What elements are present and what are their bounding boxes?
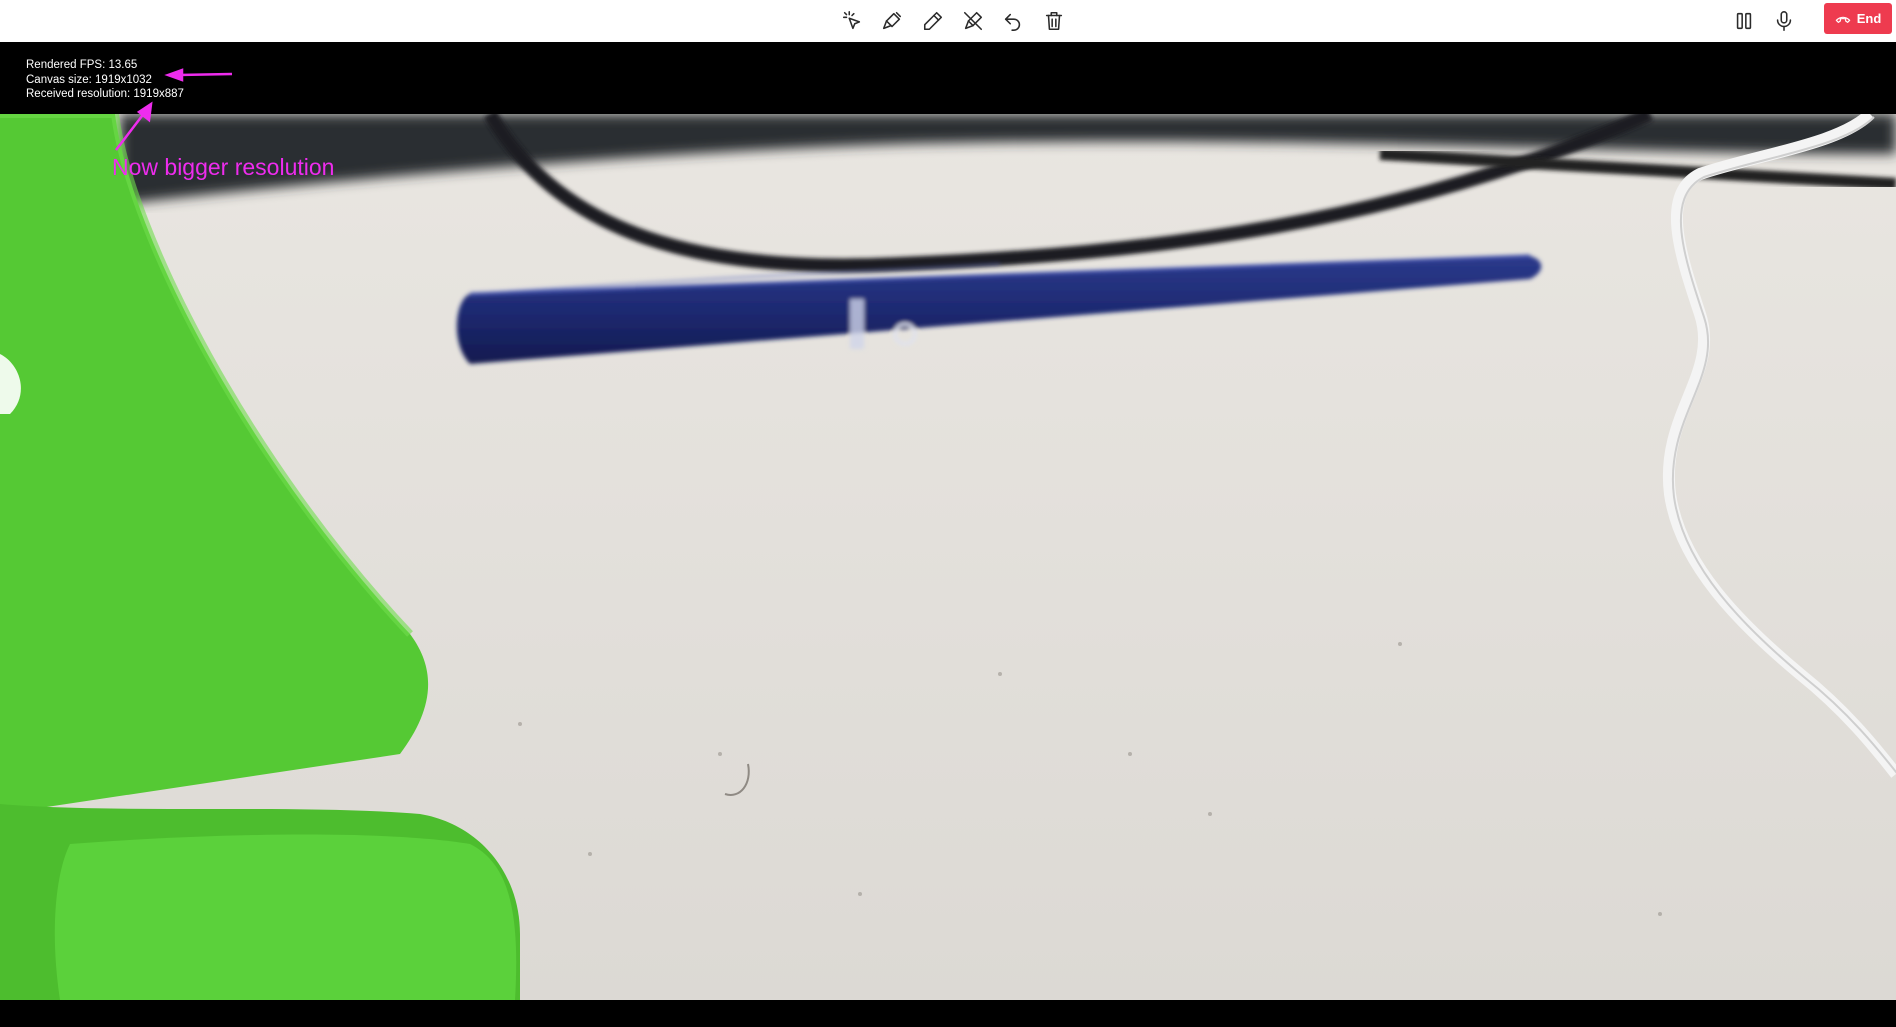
undo-icon [1004, 13, 1021, 31]
pen-off-icon [963, 11, 983, 31]
desk-specks [518, 642, 1662, 916]
brush-tool-button[interactable] [876, 5, 908, 37]
pause-icon [1736, 12, 1752, 30]
pause-button[interactable] [1728, 5, 1760, 37]
white-cable [1662, 114, 1896, 778]
pointer-tool-button[interactable] [836, 5, 868, 37]
pencil-icon [923, 11, 943, 31]
annotation-toolbar: End [0, 0, 1896, 42]
cursor-click-icon [842, 11, 861, 30]
microphone-icon [1776, 11, 1792, 31]
remote-video-frame[interactable] [0, 114, 1896, 1000]
received-resolution-readout: Received resolution: 1919x887 [26, 88, 184, 100]
debug-stats-overlay: Rendered FPS: 13.65 Canvas size: 1919x10… [26, 58, 184, 102]
blue-pen [456, 254, 1542, 364]
pen-tool-button[interactable] [917, 5, 949, 37]
annotation-text: Now bigger resolution [112, 154, 335, 180]
green-phone-stand [0, 114, 520, 1000]
mute-button[interactable] [1768, 5, 1800, 37]
undo-button[interactable] [997, 5, 1029, 37]
canvas-size-readout: Canvas size: 1919x1032 [26, 73, 152, 86]
phone-hangup-icon [1835, 16, 1850, 23]
fps-readout: Rendered FPS: 13.65 [26, 59, 138, 71]
brush-icon [882, 11, 902, 30]
trash-icon [1045, 11, 1063, 31]
delete-button[interactable] [1038, 5, 1070, 37]
end-call-button[interactable]: End [1824, 3, 1892, 34]
camera-scene [0, 114, 1896, 1000]
end-call-label: End [1856, 11, 1882, 26]
eraser-tool-button[interactable] [957, 5, 989, 37]
